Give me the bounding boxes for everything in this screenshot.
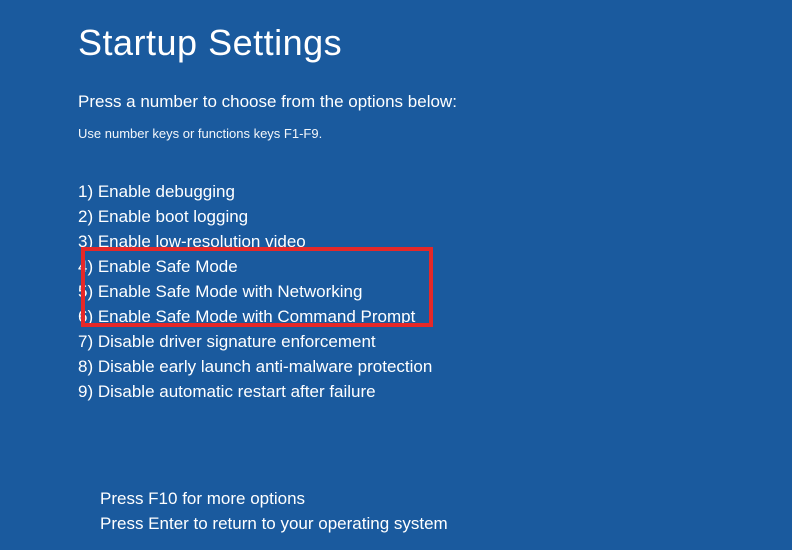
option-number: 5) (78, 279, 98, 304)
option-item-4[interactable]: 4) Enable Safe Mode (78, 254, 792, 279)
option-number: 1) (78, 179, 98, 204)
option-label: Disable driver signature enforcement (98, 329, 376, 354)
option-label: Disable early launch anti-malware protec… (98, 354, 433, 379)
option-label: Enable low-resolution video (98, 229, 306, 254)
option-item-2[interactable]: 2) Enable boot logging (78, 204, 792, 229)
footer-instructions: Press F10 for more options Press Enter t… (100, 486, 448, 536)
option-item-7[interactable]: 7) Disable driver signature enforcement (78, 329, 792, 354)
option-item-5[interactable]: 5) Enable Safe Mode with Networking (78, 279, 792, 304)
option-item-6[interactable]: 6) Enable Safe Mode with Command Prompt (78, 304, 792, 329)
option-number: 2) (78, 204, 98, 229)
option-number: 7) (78, 329, 98, 354)
option-label: Enable Safe Mode with Networking (98, 279, 363, 304)
option-item-8[interactable]: 8) Disable early launch anti-malware pro… (78, 354, 792, 379)
option-number: 6) (78, 304, 98, 329)
option-label: Enable boot logging (98, 204, 248, 229)
startup-settings-screen: Startup Settings Press a number to choos… (0, 0, 792, 404)
option-number: 4) (78, 254, 98, 279)
option-item-3[interactable]: 3) Enable low-resolution video (78, 229, 792, 254)
footer-line-return: Press Enter to return to your operating … (100, 511, 448, 536)
option-number: 9) (78, 379, 98, 404)
option-label: Enable Safe Mode (98, 254, 238, 279)
footer-line-more-options: Press F10 for more options (100, 486, 448, 511)
option-number: 3) (78, 229, 98, 254)
option-item-9[interactable]: 9) Disable automatic restart after failu… (78, 379, 792, 404)
option-item-1[interactable]: 1) Enable debugging (78, 179, 792, 204)
page-title: Startup Settings (78, 22, 792, 64)
option-number: 8) (78, 354, 98, 379)
options-list: 1) Enable debugging 2) Enable boot loggi… (78, 179, 792, 404)
option-label: Enable debugging (98, 179, 235, 204)
option-label: Disable automatic restart after failure (98, 379, 376, 404)
hint-text: Use number keys or functions keys F1-F9. (78, 126, 792, 141)
instruction-text: Press a number to choose from the option… (78, 92, 792, 112)
option-label: Enable Safe Mode with Command Prompt (98, 304, 416, 329)
